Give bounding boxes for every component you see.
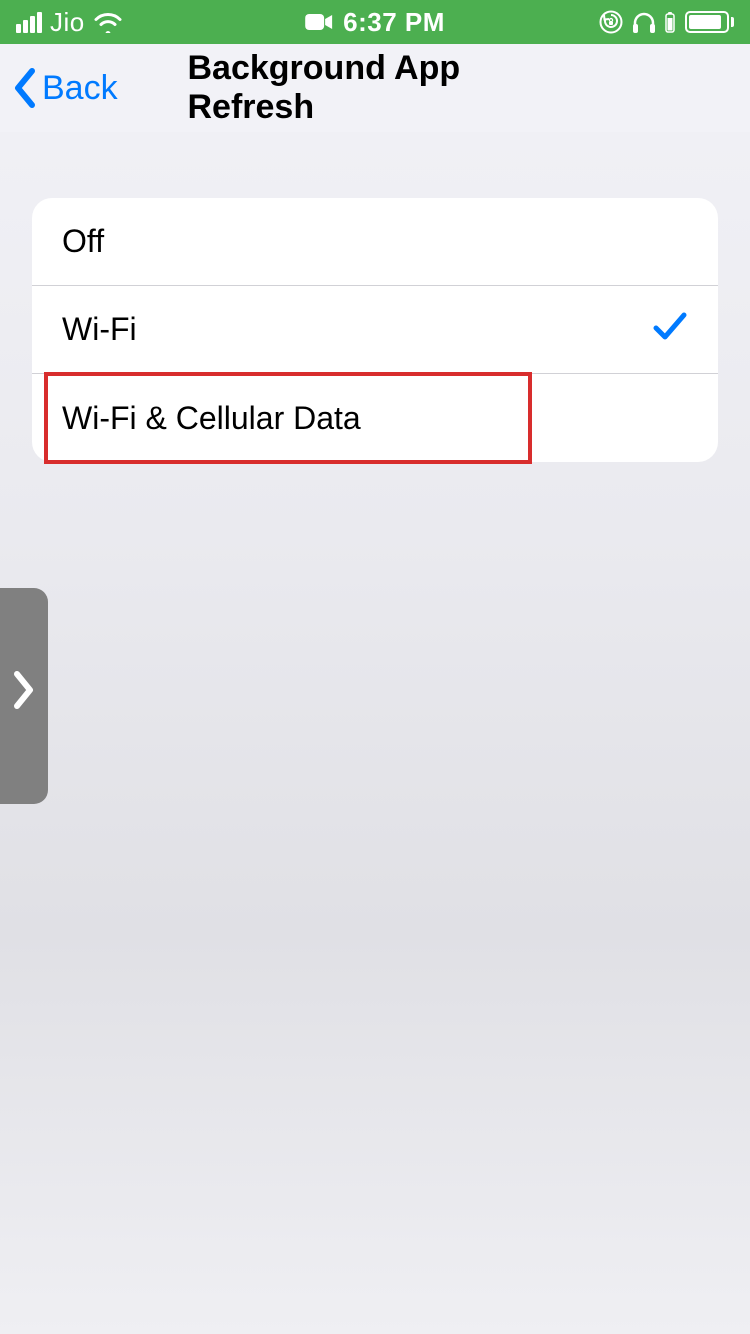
headphones-icon bbox=[631, 10, 657, 34]
option-label: Off bbox=[62, 223, 104, 260]
nav-bar: Back Background App Refresh bbox=[0, 44, 750, 132]
battery-charging-icon bbox=[665, 11, 675, 33]
options-section: Off Wi-Fi Wi-Fi & Cellular Data bbox=[32, 198, 718, 462]
clock-label: 6:37 PM bbox=[343, 7, 445, 38]
option-label: Wi-Fi bbox=[62, 311, 137, 348]
option-off[interactable]: Off bbox=[32, 198, 718, 286]
back-button[interactable]: Back bbox=[12, 67, 118, 109]
option-label: Wi-Fi & Cellular Data bbox=[62, 400, 361, 437]
status-bar: Jio 6:37 PM bbox=[0, 0, 750, 44]
chevron-left-icon bbox=[12, 67, 38, 109]
back-label: Back bbox=[42, 69, 118, 108]
checkmark-icon bbox=[652, 310, 688, 350]
cellular-signal-icon bbox=[16, 12, 42, 33]
chevron-right-icon bbox=[13, 668, 35, 724]
orientation-lock-icon bbox=[599, 10, 623, 34]
battery-icon bbox=[685, 11, 734, 33]
content-area: Off Wi-Fi Wi-Fi & Cellular Data bbox=[0, 132, 750, 462]
option-wifi[interactable]: Wi-Fi bbox=[32, 286, 718, 374]
carrier-label: Jio bbox=[50, 7, 85, 38]
side-drawer-handle[interactable] bbox=[0, 588, 48, 804]
option-wifi-cellular[interactable]: Wi-Fi & Cellular Data bbox=[32, 374, 718, 462]
status-right bbox=[599, 10, 734, 34]
status-left: Jio bbox=[16, 7, 123, 38]
wifi-icon bbox=[93, 11, 123, 33]
page-title: Background App Refresh bbox=[188, 49, 563, 127]
status-center: 6:37 PM bbox=[305, 7, 445, 38]
video-camera-icon bbox=[305, 7, 333, 38]
